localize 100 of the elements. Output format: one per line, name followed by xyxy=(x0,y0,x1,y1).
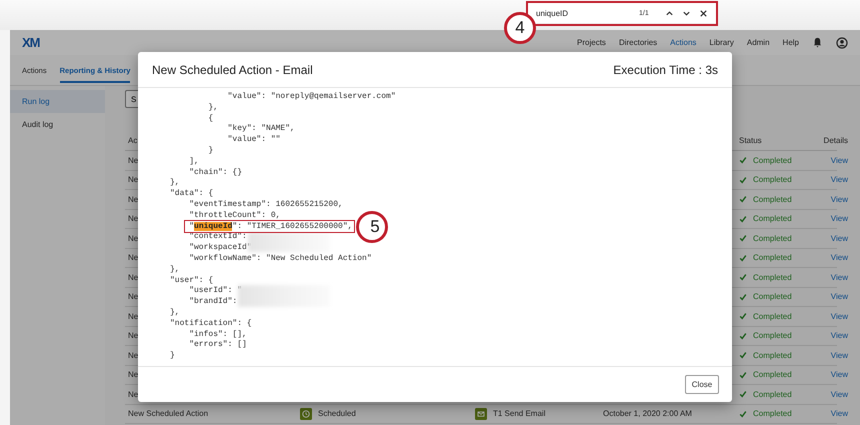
code-line: }, xyxy=(170,178,180,189)
view-link[interactable]: View xyxy=(830,370,848,380)
find-field[interactable]: uniqueID xyxy=(536,8,631,18)
status-text: Completed xyxy=(753,253,792,262)
table-cell: Ne xyxy=(128,175,138,184)
status-text: Completed xyxy=(753,214,792,224)
status-text: Completed xyxy=(753,350,792,360)
table-cell: Ne xyxy=(128,253,138,262)
code-line: }, xyxy=(207,102,218,114)
clock-icon xyxy=(300,408,312,420)
code-line: } xyxy=(170,351,175,362)
nav-link[interactable]: Help xyxy=(782,38,799,47)
column-header: Details xyxy=(822,136,848,145)
table-cell: Ne xyxy=(128,370,138,380)
view-link[interactable]: View xyxy=(830,350,848,360)
code-line: "value": "noreply@qemailserver.com" xyxy=(226,92,396,103)
check-icon xyxy=(739,292,747,301)
table-cell: October 1, 2020 2:00 AM xyxy=(603,409,692,418)
table-cell: Ne xyxy=(128,312,138,321)
table-cell: Ne xyxy=(128,194,138,204)
view-link[interactable]: View xyxy=(830,214,848,224)
code-line: "notification": { xyxy=(170,318,252,330)
view-link[interactable]: View xyxy=(830,272,848,282)
nav-link[interactable]: Actions xyxy=(670,38,696,47)
code-line: "errors": [] xyxy=(188,340,247,352)
code-line: ], xyxy=(188,156,199,168)
table-cell: Ne xyxy=(128,234,138,243)
envelope-icon xyxy=(475,408,487,420)
code-line: "contextId": xyxy=(188,232,247,243)
status-text: Completed xyxy=(753,331,792,340)
code-line: "value": "" xyxy=(226,135,280,146)
nav-link[interactable]: Projects xyxy=(577,38,606,47)
status-text: Completed xyxy=(753,312,792,321)
code-line: "data": { xyxy=(170,189,214,200)
check-icon xyxy=(739,214,747,223)
status-text: Completed xyxy=(753,292,792,302)
status-text: Completed xyxy=(753,370,792,380)
status-text: Completed xyxy=(753,409,792,418)
code-line: "chain": {} xyxy=(188,168,242,178)
dialog-title: New Scheduled Action - Email xyxy=(152,62,313,76)
code-line: "userId": " xyxy=(188,286,242,297)
check-icon xyxy=(739,195,747,204)
view-link[interactable]: View xyxy=(830,292,848,302)
table-cell: Ne xyxy=(128,214,138,224)
check-icon xyxy=(739,156,747,164)
logo[interactable]: XM xyxy=(22,35,40,50)
code-line: "throttleCount": 0, xyxy=(188,210,280,222)
column-header: Ac xyxy=(128,136,138,145)
sidebar-item[interactable]: Audit log xyxy=(10,113,105,136)
status-text: Completed xyxy=(753,272,792,282)
close-icon[interactable] xyxy=(698,8,708,18)
check-icon xyxy=(739,254,747,262)
check-icon xyxy=(739,390,747,398)
nav-link[interactable]: Admin xyxy=(746,38,770,47)
code-line: "infos": [], xyxy=(188,330,247,340)
table-cell: New Scheduled Action xyxy=(128,409,208,418)
close-button[interactable]: Close xyxy=(685,375,719,394)
table-cell: Ne xyxy=(128,272,138,282)
user-icon[interactable] xyxy=(836,36,848,48)
check-icon xyxy=(739,332,747,340)
status-text: Completed xyxy=(753,390,792,399)
code-line: "key": "NAME", xyxy=(226,124,295,135)
check-icon xyxy=(739,234,747,242)
check-icon xyxy=(739,370,747,379)
view-link[interactable]: View xyxy=(830,390,848,399)
status-text: Completed xyxy=(753,234,792,243)
view-link[interactable]: View xyxy=(830,331,848,340)
chevron-up-icon[interactable] xyxy=(664,8,674,18)
code-line: }, xyxy=(170,308,180,319)
view-link[interactable]: View xyxy=(830,234,848,243)
view-link[interactable]: View xyxy=(830,175,848,184)
check-icon xyxy=(739,176,747,184)
nav-link[interactable]: Library xyxy=(709,38,734,47)
bell-icon[interactable] xyxy=(812,37,823,48)
code-line: "eventTimestamp": 1602655215200, xyxy=(188,200,343,211)
table-cell: Ne xyxy=(128,350,138,360)
check-icon xyxy=(739,312,747,320)
table-cell: Ne xyxy=(128,156,138,165)
view-link[interactable]: View xyxy=(830,156,848,165)
nav-link[interactable]: Directories xyxy=(618,38,658,47)
check-icon xyxy=(739,273,747,282)
table-cell: Ne xyxy=(128,292,138,302)
sidebar-item[interactable]: Run log xyxy=(10,90,105,113)
check-icon xyxy=(739,351,747,360)
check-icon xyxy=(739,410,747,418)
code-line: "user": { xyxy=(170,276,214,286)
table-cell: Ne xyxy=(128,331,138,340)
code-line: { xyxy=(207,114,214,124)
table-cell: Scheduled xyxy=(318,409,356,418)
view-link[interactable]: View xyxy=(830,194,848,204)
code-line: }, xyxy=(170,264,180,276)
view-link[interactable]: View xyxy=(830,312,848,321)
table-cell: T1 Send Email xyxy=(493,409,546,418)
column-header: Status xyxy=(738,136,763,145)
status-text: Completed xyxy=(753,175,792,184)
code-line: "brandId": xyxy=(188,297,238,308)
view-link[interactable]: View xyxy=(830,409,848,418)
status-text: Completed xyxy=(753,156,792,165)
table-cell: Ne xyxy=(128,390,138,399)
view-link[interactable]: View xyxy=(830,253,848,262)
